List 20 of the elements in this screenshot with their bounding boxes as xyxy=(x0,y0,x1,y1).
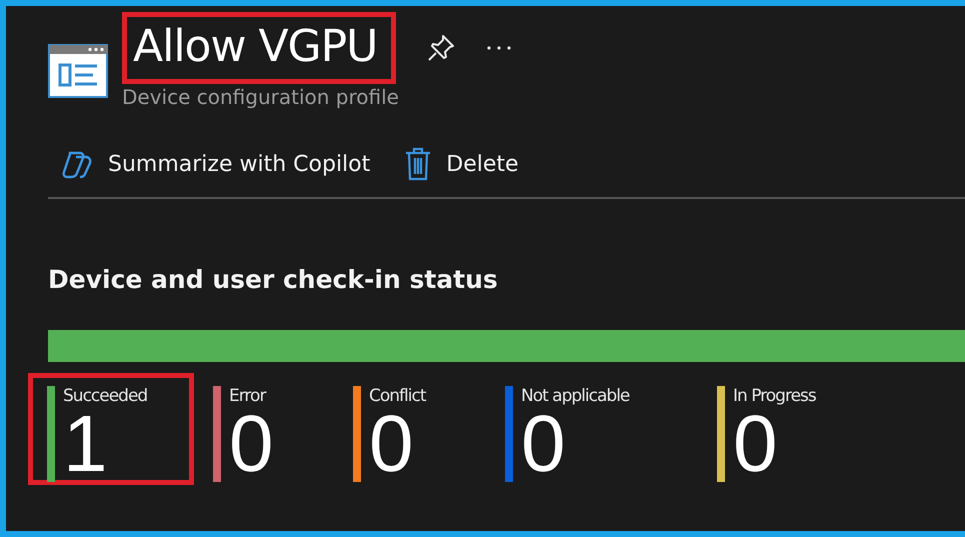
copilot-button[interactable]: Summarize with Copilot xyxy=(62,147,370,181)
copilot-icon xyxy=(62,149,94,179)
profile-icon xyxy=(48,44,108,98)
trash-icon xyxy=(404,147,432,181)
section-heading: Device and user check-in status xyxy=(48,265,499,294)
status-count: 0 xyxy=(733,406,778,482)
status-label: Error xyxy=(229,386,267,406)
status-count: 0 xyxy=(229,406,274,482)
more-icon[interactable] xyxy=(486,45,512,51)
delete-button[interactable]: Delete xyxy=(404,147,519,181)
page-subtitle: Device configuration profile xyxy=(122,85,400,109)
status-count: 0 xyxy=(521,406,566,482)
status-count: 0 xyxy=(369,406,414,482)
status-count: 1 xyxy=(63,406,108,482)
status-label: Conflict xyxy=(369,386,426,406)
pin-icon[interactable] xyxy=(426,33,456,63)
page-title: Allow VGPU xyxy=(122,12,396,84)
status-label: In Progress xyxy=(733,386,816,406)
status-label: Not applicable xyxy=(521,386,630,406)
status-label: Succeeded xyxy=(63,386,148,406)
